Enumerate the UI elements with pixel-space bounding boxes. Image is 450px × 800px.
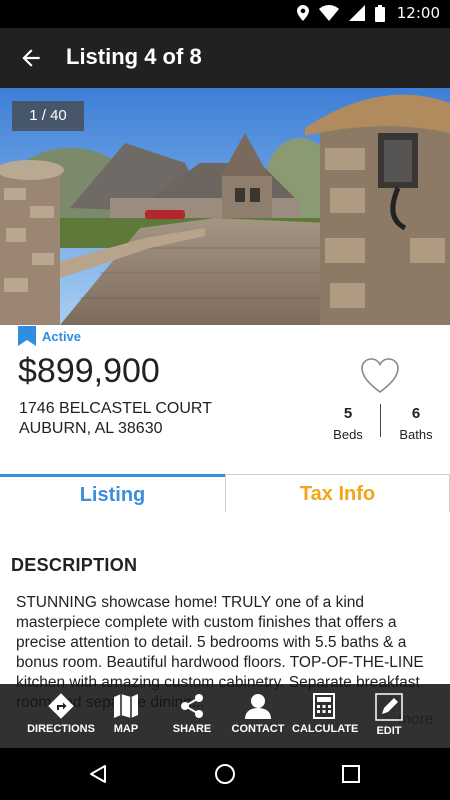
back-arrow-icon[interactable] — [18, 45, 44, 71]
calculate-label: CALCULATE — [292, 723, 359, 735]
directions-icon — [48, 693, 74, 719]
edit-label: EDIT — [376, 725, 402, 737]
wifi-icon — [318, 5, 339, 21]
nav-home-icon[interactable] — [214, 763, 236, 785]
tab-bar: Listing Tax Info — [0, 474, 450, 512]
directions-label: DIRECTIONS — [27, 723, 95, 735]
app-bar: Listing 4 of 8 — [0, 28, 450, 88]
nav-recents-icon[interactable] — [342, 765, 360, 783]
share-button[interactable]: SHARE — [170, 684, 214, 748]
favorite-heart-icon[interactable] — [360, 357, 400, 395]
tab-tax-info[interactable]: Tax Info — [225, 474, 450, 512]
location-icon — [296, 5, 309, 21]
address-city: AUBURN, AL 38630 — [19, 420, 163, 437]
status-label: Active — [42, 328, 82, 344]
contact-button[interactable]: CONTACT — [230, 684, 286, 748]
listing-photo[interactable]: 1 / 40 — [0, 88, 450, 325]
calculate-button[interactable]: CALCULATE — [292, 684, 359, 748]
bookmark-icon — [18, 326, 36, 346]
share-label: SHARE — [172, 723, 212, 735]
nav-back-icon[interactable] — [88, 764, 108, 784]
share-icon — [181, 694, 203, 718]
beds-label: Beds — [333, 427, 363, 442]
photo-counter: 1 / 40 — [12, 101, 84, 131]
map-icon — [114, 694, 138, 718]
listing-price: $899,900 — [18, 352, 160, 390]
baths-count: 6 — [411, 405, 421, 422]
contact-person-icon — [245, 694, 271, 719]
listing-status: Active — [18, 326, 81, 346]
page-title: Listing 4 of 8 — [66, 44, 202, 69]
clock: 12:00 — [396, 4, 440, 22]
battery-icon — [374, 4, 385, 22]
baths-stat: 6 Baths — [396, 405, 436, 442]
stat-divider — [380, 404, 381, 437]
calculator-icon — [313, 693, 335, 719]
signal-icon — [348, 5, 365, 21]
description-heading: DESCRIPTION — [11, 555, 138, 575]
edit-button[interactable]: EDIT — [370, 684, 408, 748]
edit-pencil-icon — [375, 693, 403, 721]
tab-listing[interactable]: Listing — [0, 474, 225, 512]
action-toolbar: DIRECTIONS MAP SHARE CONTACT CALCULATE E… — [0, 684, 450, 748]
beds-stat: 5 Beds — [330, 405, 366, 442]
address-street: 1746 BELCASTEL COURT — [19, 400, 212, 417]
status-bar: 12:00 — [0, 0, 450, 28]
beds-count: 5 — [343, 405, 353, 422]
baths-label: Baths — [399, 427, 433, 442]
contact-label: CONTACT — [231, 723, 285, 735]
map-label: MAP — [113, 723, 139, 735]
map-button[interactable]: MAP — [106, 684, 146, 748]
system-nav-bar — [0, 748, 450, 800]
directions-button[interactable]: DIRECTIONS — [24, 684, 98, 748]
